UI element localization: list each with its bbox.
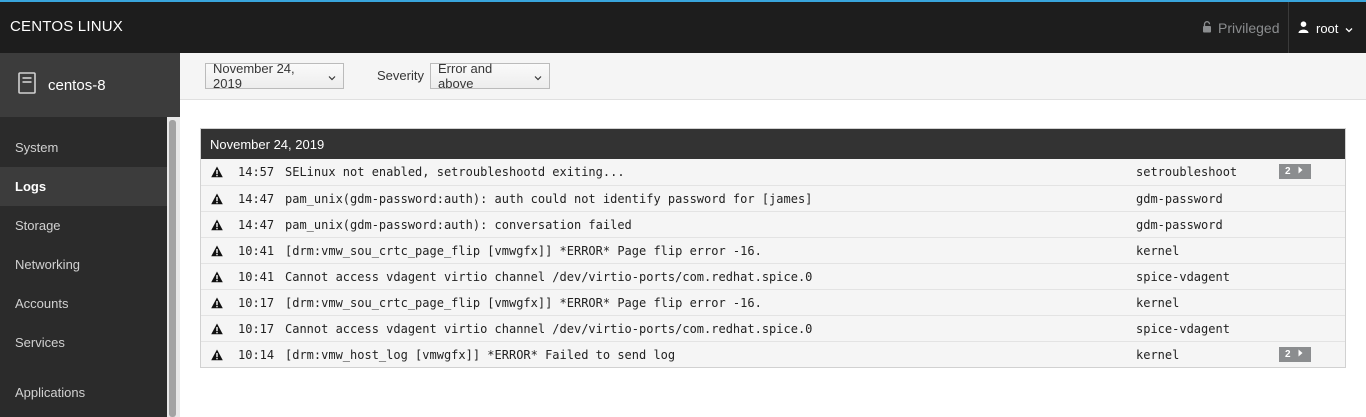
sidebar-item-applications[interactable]: Applications: [0, 373, 167, 412]
privileged-indicator[interactable]: Privileged: [1202, 18, 1279, 38]
severity-dropdown[interactable]: Error and above: [430, 61, 550, 91]
sidebar-nav: System Logs Storage Networking Accounts …: [0, 128, 167, 412]
log-filter-toolbar: November 24, 2019 Severity Error and abo…: [180, 53, 1366, 100]
log-message: Cannot access vdagent virtio channel /de…: [285, 322, 813, 336]
log-message: [drm:vmw_sou_crtc_page_flip [vmwgfx]] *E…: [285, 296, 762, 310]
log-time: 10:14: [238, 348, 275, 362]
log-time: 14:57: [238, 165, 275, 179]
log-entry-row[interactable]: 14:47 pam_unix(gdm-password:auth): auth c…: [201, 185, 1345, 211]
main-content: November 24, 2019 Severity Error and abo…: [180, 53, 1366, 417]
log-time: 10:17: [238, 322, 275, 336]
date-filter-dropdown[interactable]: November 24, 2019: [205, 61, 344, 91]
duplicate-count-badge[interactable]: 2: [1279, 164, 1311, 179]
log-identifier: gdm-password: [1136, 192, 1223, 206]
masthead-divider: [1288, 2, 1289, 53]
log-message: Cannot access vdagent virtio channel /de…: [285, 270, 813, 284]
log-message: [drm:vmw_sou_crtc_page_flip [vmwgfx]] *E…: [285, 244, 762, 258]
warning-icon: [211, 245, 223, 257]
privileged-label: Privileged: [1218, 20, 1280, 36]
warning-icon: [211, 219, 223, 231]
sidebar-item-system[interactable]: System: [0, 128, 167, 167]
log-group-header: November 24, 2019: [201, 129, 1345, 159]
masthead: CENTOS LINUX Privileged root: [0, 2, 1366, 53]
sidebar-scroll-thumb[interactable]: [169, 120, 176, 417]
caret-right-icon: [1298, 349, 1303, 360]
log-message: pam_unix(gdm-password:auth): auth could …: [285, 192, 813, 206]
warning-icon: [211, 193, 223, 205]
user-menu[interactable]: root: [1298, 18, 1353, 38]
log-identifier: spice-vdagent: [1136, 270, 1230, 284]
log-entry-row[interactable]: 10:41 Cannot access vdagent virtio channe…: [201, 263, 1345, 289]
date-filter-value: November 24, 2019: [213, 61, 295, 91]
warning-icon: [211, 166, 223, 178]
sidebar-item-logs[interactable]: Logs: [0, 167, 167, 206]
log-list: 14:57 SELinux not enabled, setroubleshoot…: [201, 159, 1345, 367]
log-panel: November 24, 2019 14:57 SELinux not enabl…: [200, 128, 1346, 368]
log-identifier: kernel: [1136, 348, 1180, 362]
log-time: 10:41: [238, 244, 275, 258]
brand-title: CENTOS LINUX: [10, 18, 123, 35]
warning-icon: [211, 271, 223, 283]
sidebar: centos-8 System Logs Storage Networking …: [0, 53, 180, 417]
severity-label: Severity: [377, 68, 424, 83]
chevron-down-icon: [534, 69, 542, 84]
lock-icon: [1202, 20, 1212, 36]
log-entry-row[interactable]: 10:17 Cannot access vdagent virtio channe…: [201, 315, 1345, 341]
host-name: centos-8: [48, 76, 106, 94]
log-identifier: spice-vdagent: [1136, 322, 1230, 336]
sidebar-item-storage[interactable]: Storage: [0, 206, 167, 245]
sidebar-item-networking[interactable]: Networking: [0, 245, 167, 284]
log-identifier: gdm-password: [1136, 218, 1223, 232]
log-entry-row[interactable]: 14:47 pam_unix(gdm-password:auth): conver…: [201, 211, 1345, 237]
host-switcher[interactable]: centos-8: [0, 53, 180, 117]
chevron-down-icon: [1345, 21, 1353, 36]
log-time: 14:47: [238, 192, 275, 206]
chevron-down-icon: [328, 69, 336, 84]
user-name: root: [1316, 20, 1339, 36]
log-message: pam_unix(gdm-password:auth): conversatio…: [285, 218, 632, 232]
log-entry-row[interactable]: 10:41 [drm:vmw_sou_crtc_page_flip [vmwgfx…: [201, 237, 1345, 263]
sidebar-item-accounts[interactable]: Accounts: [0, 284, 167, 323]
caret-right-icon: [1298, 166, 1303, 177]
log-identifier: setroubleshoot: [1136, 165, 1238, 179]
log-time: 10:41: [238, 270, 275, 284]
warning-icon: [211, 297, 223, 309]
log-time: 14:47: [238, 218, 275, 232]
warning-icon: [211, 349, 223, 361]
log-entry-row[interactable]: 14:57 SELinux not enabled, setroubleshoot…: [201, 159, 1345, 185]
server-icon: [18, 72, 36, 98]
sidebar-item-services[interactable]: Services: [0, 323, 167, 362]
log-entry-row[interactable]: 10:17 [drm:vmw_sou_crtc_page_flip [vmwgfx…: [201, 289, 1345, 315]
user-icon: [1298, 20, 1309, 36]
duplicate-count: 2: [1285, 349, 1291, 360]
duplicate-count-badge[interactable]: 2: [1279, 347, 1311, 362]
duplicate-count: 2: [1285, 166, 1291, 177]
log-entry-row[interactable]: 10:14 [drm:vmw_host_log [vmwgfx]] *ERROR*…: [201, 341, 1345, 367]
log-identifier: kernel: [1136, 244, 1180, 258]
log-message: [drm:vmw_host_log [vmwgfx]] *ERROR* Fail…: [285, 348, 676, 362]
log-message: SELinux not enabled, setroubleshootd exi…: [285, 165, 625, 179]
log-time: 10:17: [238, 296, 275, 310]
warning-icon: [211, 323, 223, 335]
log-identifier: kernel: [1136, 296, 1180, 310]
severity-value: Error and above: [438, 61, 493, 91]
